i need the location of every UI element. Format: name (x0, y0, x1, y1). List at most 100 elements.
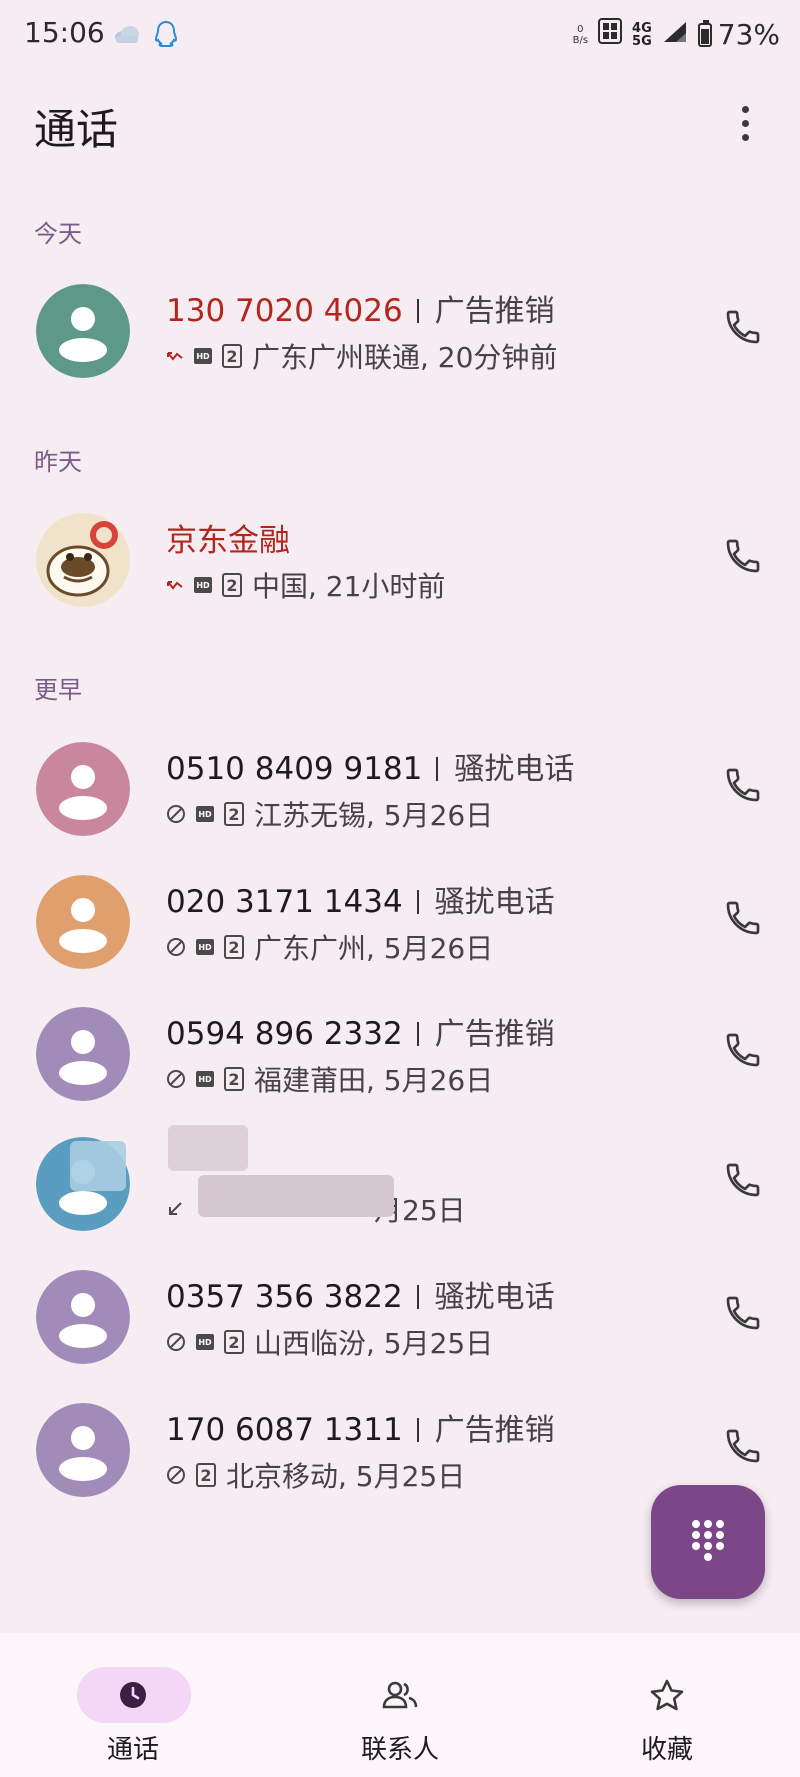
call-back-button[interactable] (718, 1423, 768, 1473)
qq-icon (154, 20, 178, 52)
battery-percent: 73% (717, 18, 780, 51)
call-detail: 山西临汾, 5月25日 (254, 1327, 494, 1360)
caller-name: 020 3171 1434 (166, 884, 403, 920)
sim-slot-icon: 2 (222, 573, 242, 597)
blocked-call-icon (166, 1069, 186, 1089)
cloud-icon (114, 25, 140, 47)
call-back-button[interactable] (718, 895, 768, 945)
call-log-row[interactable]: 月25日 (0, 1117, 800, 1247)
call-detail: 江苏无锡, 5月26日 (254, 799, 494, 832)
nav-label-favorites: 收藏 (640, 1735, 693, 1765)
phone-icon (723, 898, 763, 942)
avatar-person-icon[interactable] (36, 1403, 130, 1497)
divider (436, 756, 439, 781)
call-log-row[interactable]: 130 7020 4026 广告推销 HD 2 广东广州联通, 20分钟前 (0, 264, 800, 394)
spam-tag: 广告推销 (434, 1017, 555, 1052)
missed-call-icon (166, 578, 184, 592)
dialpad-button[interactable] (651, 1485, 765, 1599)
hd-call-icon: HD (194, 348, 212, 364)
divider (416, 1284, 419, 1309)
hd-signal-icon (598, 18, 623, 51)
caller-name: 0357 356 3822 (166, 1279, 403, 1315)
bottom-navigation: 通话 联系人 收藏 (0, 1633, 800, 1777)
contact-photo[interactable] (36, 513, 130, 607)
blocked-call-icon (166, 937, 186, 957)
call-back-button[interactable] (718, 1290, 768, 1340)
call-back-button[interactable] (718, 1027, 768, 1077)
call-detail: 中国, 21小时前 (252, 570, 446, 603)
sim-slot-icon: 2 (222, 344, 242, 368)
hd-call-icon: HD (194, 577, 212, 593)
network-type: 4G 5G (632, 20, 652, 49)
call-detail: 北京移动, 5月25日 (226, 1460, 466, 1493)
caller-name: 0510 8409 9181 (166, 751, 423, 787)
caller-name: 170 6087 1311 (166, 1412, 403, 1448)
hd-call-icon: HD (196, 939, 214, 955)
section-label-earlier: 更早 (34, 676, 82, 704)
avatar-person-icon[interactable] (36, 742, 130, 836)
divider (416, 298, 419, 323)
spam-tag: 广告推销 (434, 294, 555, 329)
call-log-row[interactable]: 0357 356 3822 骚扰电话 HD 2 山西临汾, 5月25日 (0, 1250, 800, 1380)
star-icon (647, 1677, 687, 1713)
call-detail: 广东广州, 5月26日 (254, 932, 494, 965)
hd-call-icon: HD (196, 1071, 214, 1087)
blocked-call-icon (166, 1332, 186, 1352)
avatar-person-icon[interactable] (36, 875, 130, 969)
nav-tab-favorites[interactable]: 收藏 (534, 1633, 800, 1777)
nav-tab-calls[interactable]: 通话 (0, 1633, 266, 1777)
call-back-button[interactable] (718, 1157, 768, 1207)
clock-icon (113, 1677, 153, 1713)
sim-slot-icon: 2 (224, 1330, 244, 1354)
avatar-person-icon[interactable] (36, 284, 130, 378)
more-vert-icon (741, 105, 749, 113)
more-options-button[interactable] (730, 98, 760, 148)
caller-name: 0594 896 2332 (166, 1016, 403, 1052)
phone-icon (723, 1293, 763, 1337)
missed-call-icon (166, 349, 184, 363)
status-time: 15:06 (24, 16, 105, 49)
nav-label-calls: 通话 (106, 1735, 159, 1765)
sim-slot-icon: 2 (224, 935, 244, 959)
avatar-person-icon[interactable] (36, 1007, 130, 1101)
nav-label-contacts: 联系人 (360, 1735, 439, 1765)
people-icon (380, 1677, 420, 1713)
app-header: 通话 (0, 84, 800, 174)
call-back-button[interactable] (718, 762, 768, 812)
sim-slot-icon: 2 (224, 802, 244, 826)
hd-call-icon: HD (196, 806, 214, 822)
page-title: 通话 (34, 105, 119, 154)
signal-icon (662, 18, 688, 51)
phone-icon (723, 307, 763, 351)
dialpad-icon (690, 1518, 726, 1566)
spam-tag: 广告推销 (434, 1413, 555, 1448)
caller-name: 130 7020 4026 (166, 293, 403, 329)
nav-tab-contacts[interactable]: 联系人 (267, 1633, 533, 1777)
phone-icon (723, 765, 763, 809)
call-detail: 福建莆田, 5月26日 (254, 1064, 494, 1097)
phone-icon (723, 1030, 763, 1074)
avatar-person-icon[interactable] (36, 1270, 130, 1364)
call-back-button[interactable] (718, 533, 768, 583)
phone-icon (723, 1426, 763, 1470)
status-bar: 15:06 0 B/s 4G 5G 73% (0, 0, 800, 72)
battery-icon (697, 19, 712, 47)
net-speed: 0 B/s (572, 23, 589, 46)
call-log-row[interactable]: 0510 8409 9181 骚扰电话 HD 2 江苏无锡, 5月26日 (0, 722, 800, 852)
caller-name: 京东金融 (166, 523, 290, 559)
battery-indicator: 73% (697, 18, 780, 51)
call-back-button[interactable] (718, 304, 768, 354)
call-log-row[interactable]: 0594 896 2332 广告推销 HD 2 福建莆田, 5月26日 (0, 987, 800, 1117)
blocked-call-icon (166, 804, 186, 824)
section-label-yesterday: 昨天 (34, 448, 82, 476)
call-log-row[interactable]: 京东金融 HD 2 中国, 21小时前 (0, 493, 800, 623)
call-detail: 广东广州联通, 20分钟前 (252, 341, 558, 374)
incoming-call-icon (166, 1200, 184, 1218)
redacted-area (70, 1141, 126, 1191)
blocked-call-icon (166, 1465, 186, 1485)
call-log-row[interactable]: 020 3171 1434 骚扰电话 HD 2 广东广州, 5月26日 (0, 855, 800, 985)
sim-slot-icon: 2 (196, 1463, 216, 1487)
divider (416, 1417, 419, 1442)
phone-icon (723, 1160, 763, 1204)
redacted-area (168, 1125, 248, 1171)
